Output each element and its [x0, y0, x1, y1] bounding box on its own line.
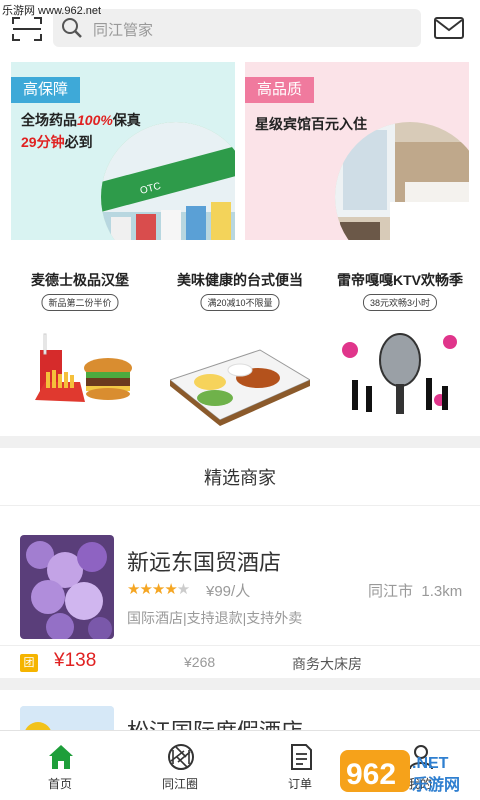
promo-headline: 全场药品100%保真 [21, 112, 141, 128]
deal-title: 雷帝嘎嘎KTV欢畅季 [337, 272, 463, 288]
watermark-logo: 962 .NET 乐游网 [340, 750, 460, 794]
svg-text:乐游网: 乐游网 [412, 775, 460, 794]
merchant-tags: 国际酒店|支持退款|支持外卖 [127, 610, 303, 626]
promo-banner-hotel[interactable]: 高品质 星级宾馆百元入住 [245, 62, 469, 240]
merchant-deal-row[interactable]: 团 ¥138 ¥268 商务大床房 [0, 645, 480, 677]
merchant-thumbnail [20, 535, 114, 639]
promo-tag: 高品质 [245, 77, 315, 103]
section-divider [0, 436, 480, 448]
search-icon [62, 18, 82, 38]
promo-subline: 29分钟必到 [21, 134, 93, 150]
promo-banner-pharmacy[interactable]: 高保障 全场药品100%保真 29分钟必到 OTC [11, 62, 235, 240]
deal-badge: 满20减10不限量 [200, 294, 280, 311]
burger-meal-image [35, 333, 132, 402]
merchant-name: 松江国际度假酒店 [127, 714, 303, 730]
deal-badge: 38元欢畅3小时 [362, 294, 438, 311]
deal-card-burger[interactable]: 麦德士极品汉堡 新品第二份半价 [0, 262, 160, 428]
tab-label: 首页 [47, 777, 72, 791]
promo-headline: 星级宾馆百元入住 [255, 116, 367, 132]
search-bar[interactable]: 同江管家 [53, 9, 421, 47]
deal-name: 商务大床房 [292, 656, 362, 672]
aperture-icon [168, 744, 194, 770]
deal-title: 美味健康的台式便当 [177, 272, 303, 288]
tab-label: 同江圈 [161, 777, 198, 791]
order-icon [291, 744, 312, 770]
tab-tongjiang-circle[interactable]: 同江圈 [120, 731, 240, 800]
pharmacy-shelf-image: OTC [101, 122, 235, 240]
microphone-image [342, 333, 457, 414]
deal-badge: 新品第二份半价 [41, 294, 119, 311]
home-icon [49, 745, 73, 769]
merchant-thumbnail [20, 706, 114, 730]
deal-title: 麦德士极品汉堡 [31, 272, 129, 288]
search-placeholder: 同江管家 [93, 22, 154, 39]
promo-tag: 高保障 [11, 77, 81, 103]
merchant-card[interactable]: 松江国际度假酒店 [0, 690, 480, 730]
deal-price: ¥138 [54, 650, 97, 671]
rating-stars: ★★★★★ [127, 581, 190, 598]
tab-home[interactable]: 首页 [0, 731, 120, 800]
merchant-name: 新远东国贸酒店 [127, 550, 282, 575]
original-price: ¥268 [184, 654, 216, 670]
watermark-text: 乐游网 www.962.net [2, 5, 102, 17]
scan-icon[interactable] [12, 16, 42, 42]
bento-box-image [170, 349, 310, 426]
deal-card-bento[interactable]: 美味健康的台式便当 满20减10不限量 [160, 262, 320, 428]
merchant-location: 同江市 1.3km [368, 583, 463, 600]
group-buy-badge: 团 [20, 654, 38, 672]
hotel-room-image [335, 122, 469, 240]
message-icon[interactable] [434, 17, 464, 39]
section-title-featured: 精选商家 [0, 450, 480, 506]
svg-text:.NET: .NET [412, 755, 449, 772]
merchant-card[interactable]: 新远东国贸酒店 ★★★★★ ¥99/人 同江市 1.3km 国际酒店|支持退款|… [0, 507, 480, 677]
deal-card-ktv[interactable]: 雷帝嘎嘎KTV欢畅季 38元欢畅3小时 [320, 262, 480, 428]
average-price: ¥99/人 [206, 583, 251, 600]
svg-text:962: 962 [346, 758, 396, 791]
section-divider [0, 678, 480, 690]
